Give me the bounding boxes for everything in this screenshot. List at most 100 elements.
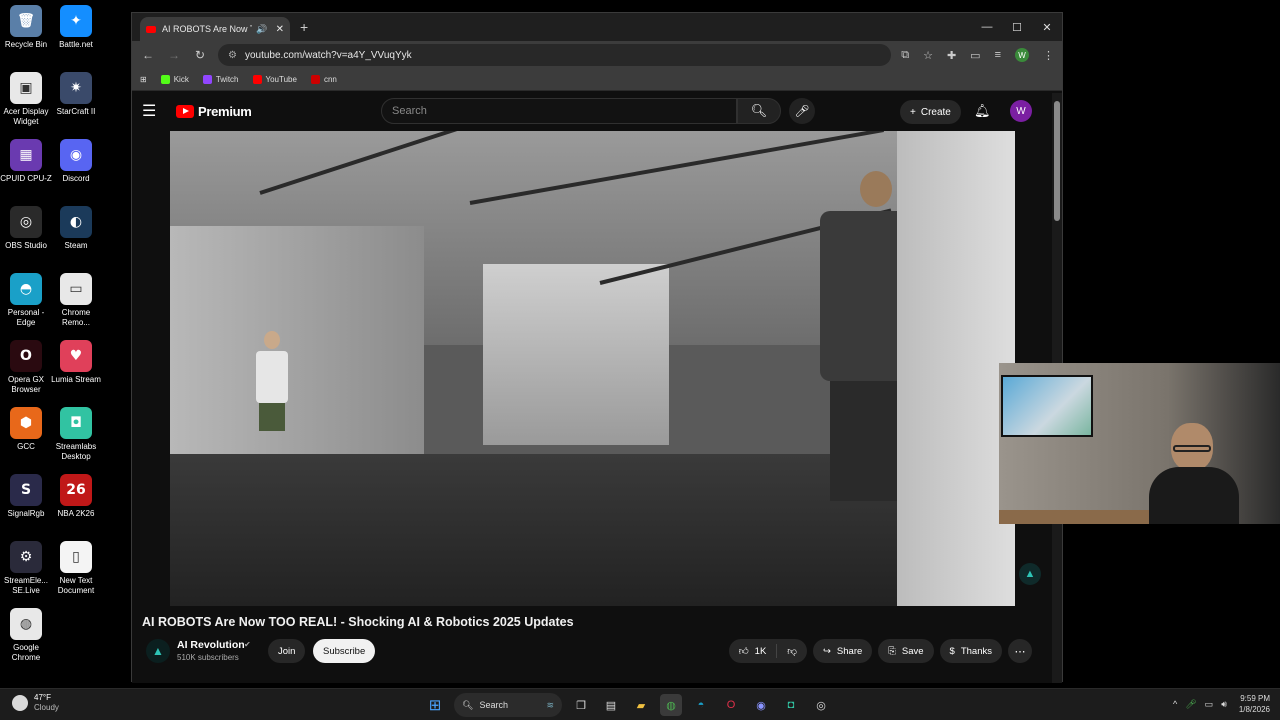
desktop-icon[interactable]: ◐ Steam	[50, 206, 102, 251]
clock[interactable]: 9:59 PM 1/8/2026	[1239, 693, 1270, 715]
app-icon: ✷	[60, 72, 92, 104]
extensions-icon[interactable]: ✚	[947, 49, 956, 62]
file-explorer-icon[interactable]: ▰	[630, 694, 652, 716]
desktop-icon[interactable]: ✦ Battle.net	[50, 5, 102, 50]
bookmark-twitch[interactable]: Twitch	[202, 75, 239, 84]
desktop-icon[interactable]: ♥ Lumia Stream	[50, 340, 102, 385]
sidebar-icon[interactable]: ▭	[970, 49, 980, 62]
save-button[interactable]: ⎘ Save	[878, 639, 934, 663]
share-icon: ↪	[822, 645, 831, 657]
back-icon[interactable]: ←	[140, 48, 156, 62]
desktop-icon[interactable]: ✷ StarCraft II	[50, 72, 102, 117]
account-avatar[interactable]: W	[1010, 100, 1032, 122]
network-icon[interactable]: ▭	[1205, 699, 1214, 710]
bookmark-cnn[interactable]: cnn	[310, 75, 337, 84]
more-actions-icon[interactable]: ⋯	[1008, 639, 1032, 663]
scrollbar-thumb[interactable]	[1054, 101, 1060, 221]
streamlabs-taskbar-icon[interactable]: ◘	[780, 694, 802, 716]
bookmark-star-icon[interactable]: ☆	[923, 49, 933, 62]
desktop-icon[interactable]: ⬢ GCC	[0, 407, 52, 452]
channel-avatar[interactable]: ▲	[146, 639, 170, 663]
omnibox[interactable]: ⚙ youtube.com/watch?v=a4Y_VVuqYyk	[218, 44, 892, 66]
search-highlight-icon: ≋	[546, 699, 554, 710]
voice-search-button[interactable]: 🎤︎	[789, 98, 815, 124]
desktop-icon-label: OBS Studio	[5, 241, 47, 250]
apps-grid-icon[interactable]: ⊞	[140, 75, 147, 84]
youtube-logo[interactable]: Premium	[176, 104, 252, 119]
discord-taskbar-icon[interactable]: ◉	[750, 694, 772, 716]
edge-taskbar-icon[interactable]: ◓	[690, 694, 712, 716]
bookmark-youtube[interactable]: YouTube	[252, 75, 297, 84]
widgets-icon[interactable]: ▤	[600, 694, 622, 716]
cloudy-icon	[12, 695, 28, 711]
search-icon: 🔍︎	[750, 103, 768, 118]
forward-icon[interactable]: →	[166, 48, 182, 62]
desktop-icon[interactable]: ◘ Streamlabs Desktop	[50, 407, 102, 462]
taskbar-search[interactable]: 🔍︎ Search ≋	[454, 693, 562, 717]
desktop-icon[interactable]: ▭ Chrome Remo...	[50, 273, 102, 328]
desktop-icon[interactable]: 26 NBA 2K26	[50, 474, 102, 519]
start-menu-icon[interactable]: ⊞	[424, 694, 446, 716]
reading-list-icon[interactable]: ≡	[995, 49, 1001, 61]
desktop-icon[interactable]: 🗑 Recycle Bin	[0, 5, 52, 50]
desktop-icon[interactable]: ◍ Google Chrome	[0, 608, 52, 663]
opera-gx-taskbar-icon[interactable]: O	[720, 694, 742, 716]
volume-icon[interactable]: 🔊︎	[1221, 699, 1227, 710]
channel-watermark-icon[interactable]: ▲	[1019, 563, 1041, 585]
desktop-icon[interactable]: ◉ Discord	[50, 139, 102, 184]
join-button[interactable]: Join	[268, 639, 306, 663]
desktop-icon-label: Steam	[64, 241, 88, 250]
task-view-icon[interactable]: ❐	[570, 694, 592, 716]
share-button[interactable]: ↪ Share	[812, 639, 873, 663]
dislike-button[interactable]: 👎︎	[777, 639, 807, 663]
subscribe-button[interactable]: Subscribe	[313, 639, 376, 663]
channel-row: ▲ AI Revolution ✔ 510K subscribers Join …	[142, 639, 1042, 667]
speaker-icon[interactable]: 🔊	[256, 24, 267, 35]
video-player[interactable]	[170, 131, 1015, 606]
channel-name[interactable]: AI Revolution	[177, 639, 245, 651]
desktop-icon-label: NBA 2K26	[57, 509, 95, 518]
microphone-icon[interactable]: 🎤︎	[1185, 699, 1196, 710]
thanks-button[interactable]: $ Thanks	[939, 639, 1002, 663]
notifications-bell-icon[interactable]: 🔔︎	[974, 103, 991, 119]
desktop-icon-label: CPUID CPU-Z	[0, 174, 52, 183]
weather-widget[interactable]: 47°F Cloudy	[12, 693, 59, 713]
desktop-icon[interactable]: ▦ CPUID CPU-Z	[0, 139, 52, 184]
close-tab-icon[interactable]: ✕	[276, 24, 284, 35]
search-button[interactable]: 🔍︎	[737, 98, 781, 124]
profile-avatar[interactable]: W	[1015, 48, 1029, 62]
desktop-icon[interactable]: ◎ OBS Studio	[0, 206, 52, 251]
plus-icon: +	[910, 106, 916, 118]
app-icon: ◐	[60, 206, 92, 238]
hamburger-menu-icon[interactable]: ☰	[142, 101, 170, 121]
tab-active[interactable]: AI ROBOTS Are Now TOO REAL! 🔊 ✕	[140, 17, 290, 41]
desktop-icon-label: SignalRgb	[7, 509, 45, 518]
toolbar-icons: ⧉ ☆ ✚ ▭ ≡ W ⋮	[901, 48, 1054, 62]
desktop-icon[interactable]: ◓ Personal - Edge	[0, 273, 52, 328]
reload-icon[interactable]: ↻	[192, 48, 208, 62]
minimize-icon[interactable]: —	[972, 13, 1002, 41]
obs-taskbar-icon[interactable]: ◎	[810, 694, 832, 716]
browser-window: AI ROBOTS Are Now TOO REAL! 🔊 ✕ + — ☐ ✕ …	[131, 12, 1063, 683]
desktop-icon[interactable]: O Opera GX Browser	[0, 340, 52, 395]
desktop-icon[interactable]: S SignalRgb	[0, 474, 52, 519]
chevron-up-icon[interactable]: ^	[1173, 699, 1177, 709]
new-tab-icon[interactable]: +	[300, 19, 308, 35]
maximize-icon[interactable]: ☐	[1002, 13, 1032, 41]
chrome-taskbar-icon[interactable]: ◍	[660, 694, 682, 716]
app-icon: 26	[60, 474, 92, 506]
site-info-icon[interactable]: ⚙	[228, 50, 237, 61]
thanks-icon: $	[949, 645, 955, 657]
bookmark-kick[interactable]: Kick	[160, 75, 189, 84]
desktop-icon[interactable]: ▣ Acer Display Widget	[0, 72, 52, 127]
desktop-icon[interactable]: ⚙ StreamEle... SE.Live	[0, 541, 52, 596]
menu-kebab-icon[interactable]: ⋮	[1043, 49, 1054, 62]
youtube-header: ☰ Premium Search 🔍︎ 🎤︎ + Create 🔔︎ W	[132, 93, 1052, 129]
install-app-icon[interactable]: ⧉	[901, 49, 909, 62]
search-input[interactable]: Search	[381, 98, 737, 124]
like-button[interactable]: 👍︎ 1K	[729, 639, 777, 663]
bookmark-icon: ⎘	[888, 645, 896, 657]
desktop-icon[interactable]: ▯ New Text Document	[50, 541, 102, 596]
create-button[interactable]: + Create	[900, 100, 961, 124]
close-window-icon[interactable]: ✕	[1032, 13, 1062, 41]
